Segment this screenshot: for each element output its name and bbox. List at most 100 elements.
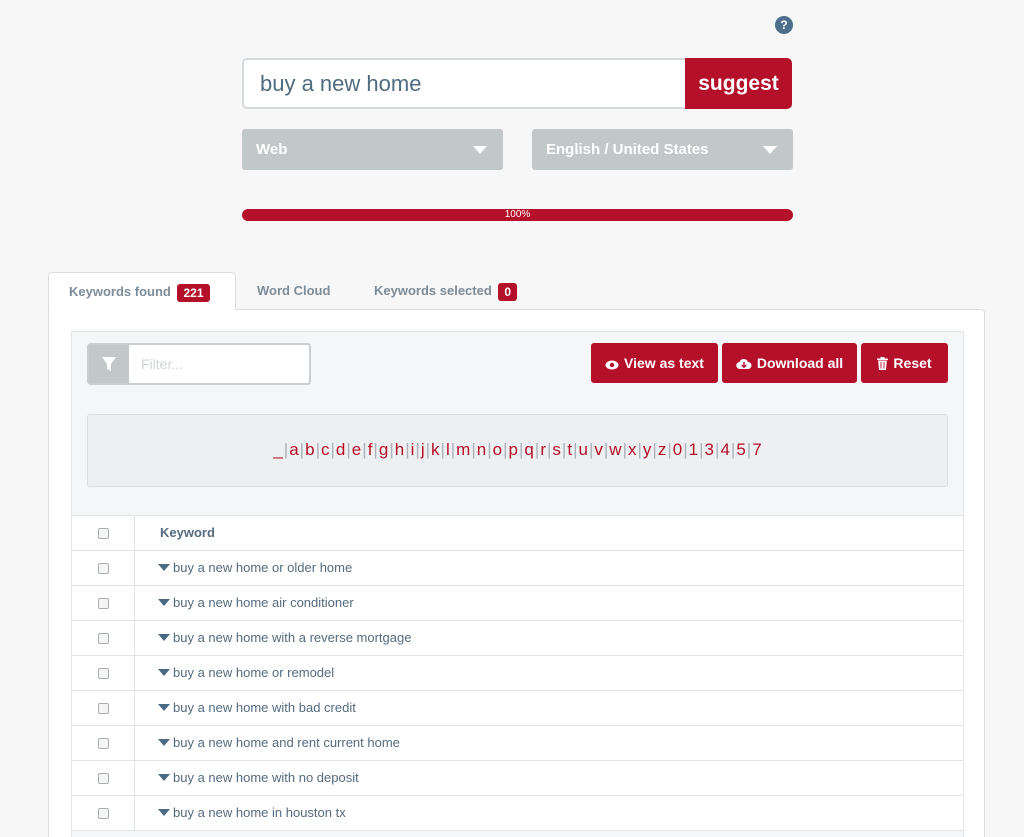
row-checkbox[interactable] <box>98 563 109 574</box>
letter-link[interactable]: 3 <box>705 440 714 459</box>
keyword-cell[interactable]: buy a new home with bad credit <box>158 691 356 725</box>
keyword-cell[interactable]: buy a new home or older home <box>158 551 352 585</box>
row-checkbox-cell <box>72 551 135 585</box>
letter-link[interactable]: 0 <box>673 440 682 459</box>
row-checkbox-cell <box>72 691 135 725</box>
keyword-cell[interactable]: buy a new home with a reverse mortgage <box>158 621 411 655</box>
letter-link[interactable]: 5 <box>736 440 745 459</box>
help-icon[interactable]: ? <box>775 16 793 34</box>
caret-down-icon <box>763 146 777 154</box>
letter-link[interactable]: _ <box>273 440 282 459</box>
letter-link[interactable]: n <box>477 440 486 459</box>
table-row: buy a new home or remodel <box>72 656 963 691</box>
keywords-table: Keyword buy a new home or older home buy … <box>72 515 963 831</box>
row-checkbox[interactable] <box>98 633 109 644</box>
download-all-button[interactable]: Download all <box>722 343 857 383</box>
table-row: buy a new home with a reverse mortgage <box>72 621 963 656</box>
keyword-text: buy a new home with bad credit <box>173 700 356 715</box>
table-row: buy a new home with bad credit <box>72 691 963 726</box>
keyword-cell[interactable]: buy a new home air conditioner <box>158 586 354 620</box>
keyword-cell[interactable]: buy a new home with no deposit <box>158 761 359 795</box>
language-select[interactable]: English / United States <box>532 129 793 170</box>
letter-link[interactable]: s <box>552 440 561 459</box>
progress-label: 100% <box>242 209 793 221</box>
letter-link[interactable]: b <box>305 440 314 459</box>
keywords-container: View as text Download all Reset _|a|b|c|… <box>71 331 964 837</box>
letter-link[interactable]: x <box>628 440 637 459</box>
select-all-cell <box>72 516 135 550</box>
letter-link[interactable]: u <box>578 440 587 459</box>
letter-link[interactable]: o <box>493 440 502 459</box>
expand-caret-icon[interactable] <box>158 774 170 781</box>
table-row: buy a new home or older home <box>72 551 963 586</box>
letter-link[interactable]: e <box>352 440 361 459</box>
letter-link[interactable]: a <box>289 440 298 459</box>
row-checkbox[interactable] <box>98 703 109 714</box>
download-all-label: Download all <box>756 355 844 371</box>
reset-button[interactable]: Reset <box>861 343 948 383</box>
tab-keywords-found-label: Keywords found <box>69 284 171 299</box>
letter-link[interactable]: 4 <box>720 440 729 459</box>
expand-caret-icon[interactable] <box>158 809 170 816</box>
trash-icon <box>877 357 889 370</box>
keyword-text: buy a new home with a reverse mortgage <box>173 630 412 645</box>
letter-link[interactable]: m <box>456 440 470 459</box>
expand-caret-icon[interactable] <box>158 564 170 571</box>
row-checkbox-cell <box>72 656 135 690</box>
eye-icon <box>605 360 619 370</box>
row-checkbox-cell <box>72 621 135 655</box>
row-checkbox[interactable] <box>98 738 109 749</box>
keyword-cell[interactable]: buy a new home and rent current home <box>158 726 400 760</box>
row-checkbox[interactable] <box>98 808 109 819</box>
letter-link[interactable]: v <box>594 440 603 459</box>
keyword-text: buy a new home or remodel <box>173 665 335 680</box>
keyword-cell[interactable]: buy a new home or remodel <box>158 656 334 690</box>
table-row: buy a new home and rent current home <box>72 726 963 761</box>
keywords-panel: View as text Download all Reset _|a|b|c|… <box>48 309 985 837</box>
row-checkbox-cell <box>72 761 135 795</box>
letter-link[interactable]: k <box>431 440 440 459</box>
letter-link[interactable]: 1 <box>689 440 698 459</box>
source-select[interactable]: Web <box>242 129 503 170</box>
row-checkbox-cell <box>72 796 135 830</box>
expand-caret-icon[interactable] <box>158 634 170 641</box>
expand-caret-icon[interactable] <box>158 599 170 606</box>
keyword-text: buy a new home air conditioner <box>173 595 354 610</box>
letter-link[interactable]: 7 <box>752 440 761 459</box>
row-checkbox[interactable] <box>98 598 109 609</box>
caret-down-icon <box>473 146 487 154</box>
tab-word-cloud[interactable]: Word Cloud <box>237 272 350 310</box>
tab-keywords-selected[interactable]: Keywords selected 0 <box>354 272 537 310</box>
expand-caret-icon[interactable] <box>158 739 170 746</box>
search-input[interactable]: buy a new home <box>242 58 685 109</box>
keyword-text: buy a new home in houston tx <box>173 805 346 820</box>
reset-label: Reset <box>893 355 932 371</box>
letter-link[interactable]: g <box>379 440 388 459</box>
tab-keywords-selected-label: Keywords selected <box>374 283 492 298</box>
expand-caret-icon[interactable] <box>158 669 170 676</box>
tab-keywords-found[interactable]: Keywords found 221 <box>48 272 236 310</box>
keyword-text: buy a new home or older home <box>173 560 353 575</box>
letter-link[interactable]: d <box>336 440 345 459</box>
row-checkbox[interactable] <box>98 668 109 679</box>
expand-caret-icon[interactable] <box>158 704 170 711</box>
tab-word-cloud-label: Word Cloud <box>257 283 331 298</box>
letter-link[interactable]: w <box>609 440 621 459</box>
keyword-cell[interactable]: buy a new home in houston tx <box>158 796 346 830</box>
progress-bar: 100% <box>242 209 793 221</box>
row-checkbox[interactable] <box>98 773 109 784</box>
table-row: buy a new home with no deposit <box>72 761 963 796</box>
language-select-value: English / United States <box>546 141 709 158</box>
keyword-text: buy a new home with no deposit <box>173 770 359 785</box>
suggest-button[interactable]: suggest <box>685 58 792 109</box>
keyword-text: buy a new home and rent current home <box>173 735 400 750</box>
filter-input[interactable] <box>129 345 309 383</box>
letter-link[interactable]: p <box>509 440 518 459</box>
select-all-checkbox[interactable] <box>98 528 109 539</box>
letter-link[interactable]: h <box>395 440 404 459</box>
table-row: buy a new home in houston tx <box>72 796 963 831</box>
table-row: buy a new home air conditioner <box>72 586 963 621</box>
letter-link[interactable]: q <box>524 440 533 459</box>
view-as-text-button[interactable]: View as text <box>591 343 718 383</box>
cloud-download-icon <box>736 358 752 370</box>
